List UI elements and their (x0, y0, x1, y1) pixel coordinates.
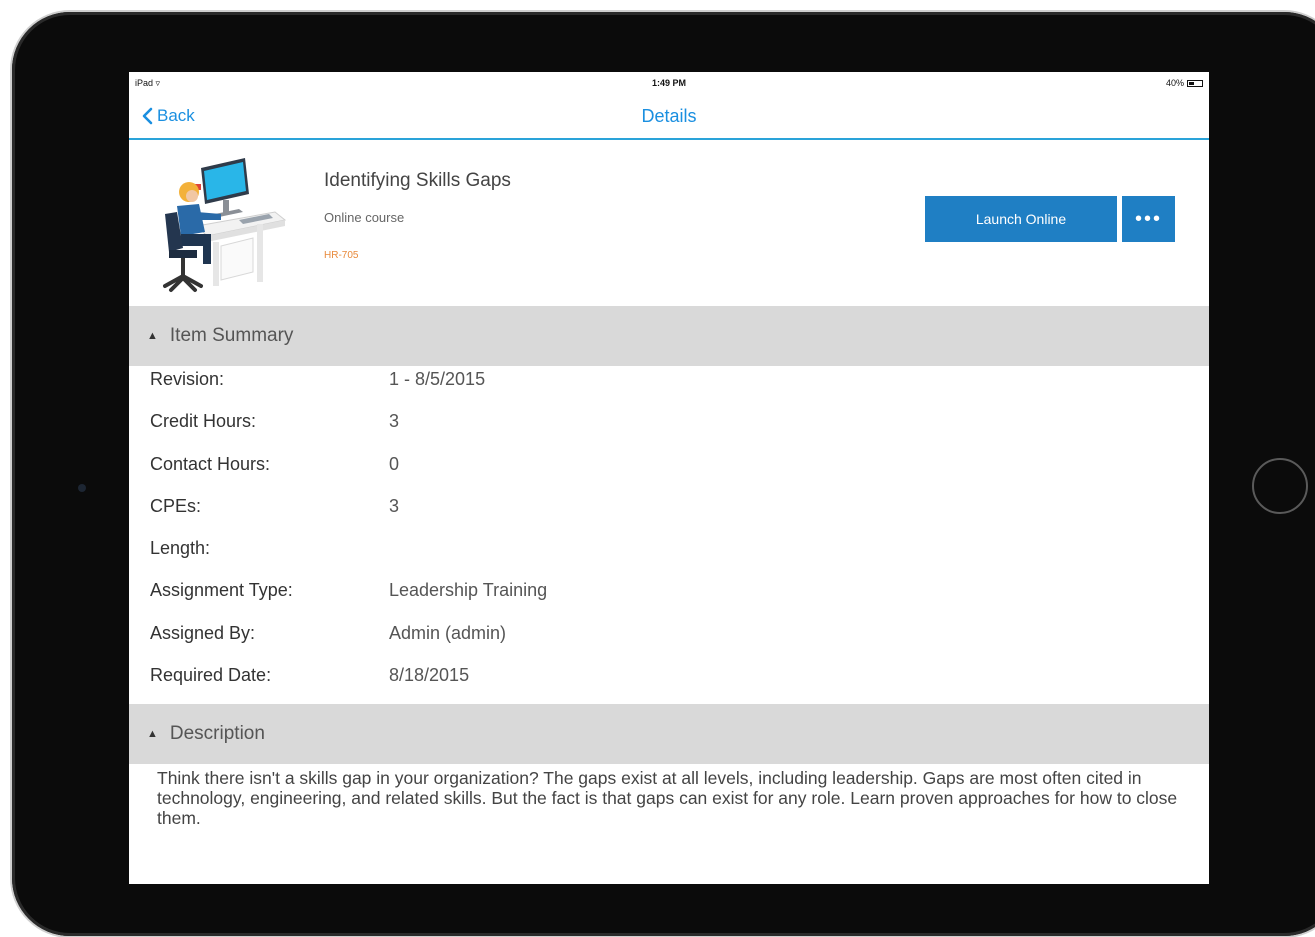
row-label: Required Date: (150, 665, 272, 686)
caret-up-icon: ▲ (147, 330, 158, 342)
row-value: Leadership Training (389, 580, 548, 601)
course-code: HR-705 (324, 250, 359, 261)
row-label: Contact Hours: (150, 453, 271, 474)
row-label: CPEs: (150, 495, 202, 516)
row-label: Assigned By: (150, 622, 256, 643)
battery-icon (1187, 79, 1203, 87)
description-text: Think there isn't a skills gap in your o… (157, 768, 1178, 828)
description-title: Description (169, 723, 265, 744)
row-label: Assignment Type: (150, 580, 293, 601)
summary-row-credit-hours: Credit Hours: 3 (129, 411, 1209, 453)
row-label: Length: (150, 538, 211, 559)
row-value: 0 (389, 453, 400, 474)
page-title: Details (641, 106, 697, 126)
row-value: 1 - 8/5/2015 (389, 369, 486, 389)
summary-row-contact-hours: Contact Hours: 0 (129, 454, 1209, 496)
summary-row-assignment-type: Assignment Type: Leadership Training (129, 580, 1209, 622)
item-summary-header[interactable]: ▲ Item Summary (129, 306, 1209, 366)
caret-up-icon: ▲ (147, 728, 158, 740)
status-bar: iPad ▿ 1:49 PM 40% (129, 72, 1209, 94)
battery-percent: 40% (1165, 78, 1184, 88)
launch-online-button[interactable]: Launch Online (925, 196, 1117, 242)
summary-row-cpes: CPEs: 3 (129, 496, 1209, 538)
summary-row-length: Length: (129, 538, 1209, 580)
app-screen: iPad ▿ 1:49 PM 40% Back Details Identify… (129, 72, 1209, 884)
course-type: Online course (324, 210, 405, 225)
row-value: 8/18/2015 (389, 665, 470, 686)
summary-row-required-date: Required Date: 8/18/2015 (129, 665, 1209, 707)
item-summary-title: Item Summary (169, 325, 294, 346)
row-value: 3 (389, 411, 400, 432)
row-label: Credit Hours: (150, 411, 257, 432)
more-options-label: ••• (1134, 207, 1162, 230)
row-value: Admin (admin) (389, 622, 507, 643)
front-camera (78, 484, 86, 492)
course-illustration (163, 158, 287, 292)
status-right: 40% (1166, 78, 1203, 88)
navigation-bar: Back Details (129, 94, 1209, 140)
row-value: 3 (389, 495, 400, 516)
more-options-button[interactable]: ••• (1122, 196, 1175, 242)
summary-row-revision: Revision: 1 - 8/5/2015 (129, 369, 1209, 411)
course-title: Identifying Skills Gaps (324, 170, 511, 191)
item-summary-list: Revision: 1 - 8/5/2015 Credit Hours: 3 C… (129, 369, 1209, 707)
status-time: 1:49 PM (651, 78, 686, 88)
row-label: Revision: (150, 369, 225, 389)
home-button[interactable] (1252, 458, 1308, 514)
summary-row-assigned-by: Assigned By: Admin (admin) (129, 623, 1209, 665)
description-header[interactable]: ▲ Description (129, 704, 1209, 764)
